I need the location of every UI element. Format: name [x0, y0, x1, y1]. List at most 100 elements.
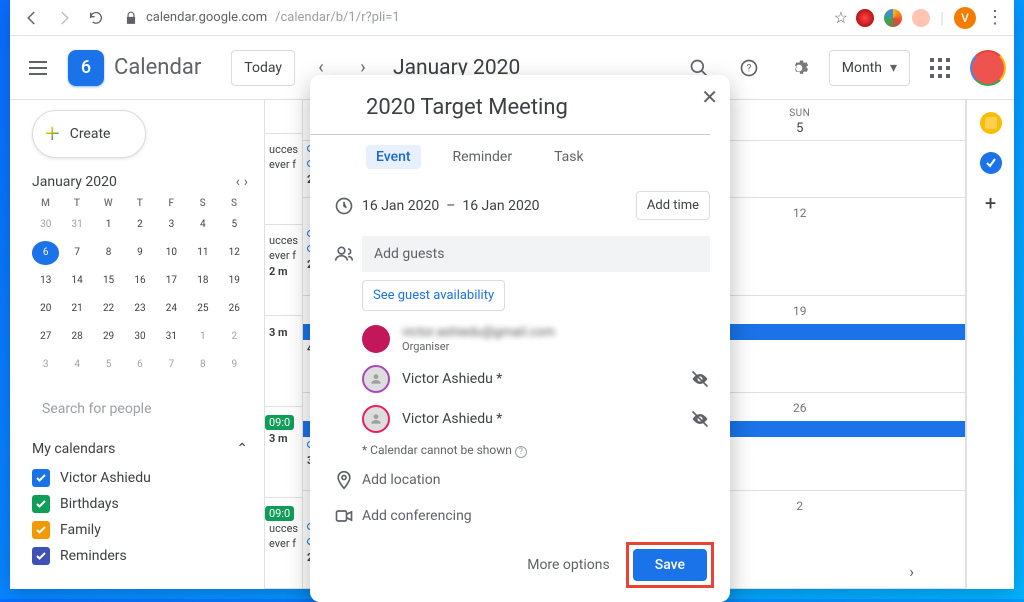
tasks-icon[interactable] — [980, 152, 1002, 174]
mini-day[interactable]: 16 — [126, 269, 153, 293]
date-row[interactable]: 16 Jan 2020 – 16 Jan 2020 Add time — [310, 187, 730, 224]
mini-day[interactable]: 2 — [221, 325, 248, 349]
mini-day[interactable]: 4 — [189, 213, 216, 237]
nav-reload-button[interactable] — [84, 6, 108, 30]
save-button[interactable]: Save — [633, 549, 707, 581]
scroll-right-button[interactable]: › — [909, 562, 914, 581]
mini-day[interactable]: 8 — [95, 241, 122, 265]
mini-day[interactable]: 18 — [189, 269, 216, 293]
keep-icon[interactable] — [980, 112, 1002, 134]
mini-month-label: January 2020 — [32, 174, 117, 190]
help-icon[interactable]: ? — [729, 48, 769, 88]
tab-task[interactable]: Task — [544, 145, 594, 169]
mini-day[interactable]: 11 — [189, 241, 216, 265]
mini-day[interactable]: 5 — [95, 353, 122, 377]
mini-day[interactable]: 7 — [63, 241, 90, 265]
extensions-area: | V ⋮ — [856, 7, 1004, 29]
mini-next-button[interactable]: › — [244, 174, 248, 190]
mini-day[interactable]: 12 — [221, 241, 248, 265]
mini-day[interactable]: 5 — [221, 213, 248, 237]
location-icon — [326, 470, 362, 490]
date-start: 16 Jan 2020 — [362, 198, 439, 214]
mini-day[interactable]: 20 — [32, 297, 59, 321]
add-guests-input[interactable]: Add guests — [362, 236, 710, 272]
mini-day[interactable]: 9 — [221, 353, 248, 377]
calendar-list-item[interactable]: Family — [32, 517, 248, 543]
mini-day[interactable]: 23 — [126, 297, 153, 321]
create-button[interactable]: +Create — [32, 110, 146, 158]
guest-availability-button[interactable]: See guest availability — [362, 280, 505, 311]
mini-day[interactable]: 22 — [95, 297, 122, 321]
mini-day[interactable]: 24 — [158, 297, 185, 321]
calendar-list-item[interactable]: Reminders — [32, 543, 248, 569]
browser-profile-avatar[interactable]: V — [954, 7, 976, 29]
mini-day[interactable]: 1 — [95, 213, 122, 237]
mini-day[interactable]: 10 — [158, 241, 185, 265]
bookmark-star-icon[interactable]: ☆ — [834, 8, 848, 27]
mini-day[interactable]: 30 — [32, 213, 59, 237]
event-title-input[interactable]: 2020 Target Meeting — [310, 89, 710, 135]
mini-day[interactable]: 26 — [221, 297, 248, 321]
mini-prev-button[interactable]: ‹ — [236, 174, 240, 190]
visibility-off-icon[interactable] — [690, 409, 710, 429]
google-apps-button[interactable] — [920, 48, 960, 88]
mini-day[interactable]: 3 — [32, 353, 59, 377]
mini-day[interactable]: 31 — [63, 213, 90, 237]
mini-calendar[interactable]: MTWTFSS303112345678910111213141516171819… — [32, 198, 248, 377]
my-calendars-header[interactable]: My calendars⌃ — [32, 441, 248, 457]
mini-day[interactable]: 30 — [126, 325, 153, 349]
mini-day[interactable]: 25 — [189, 297, 216, 321]
mini-day[interactable]: 6 — [32, 241, 59, 265]
extension-icon[interactable] — [856, 9, 874, 27]
search-people-input[interactable]: Search for people — [32, 391, 248, 427]
tab-reminder[interactable]: Reminder — [443, 145, 523, 169]
add-time-button[interactable]: Add time — [636, 191, 710, 220]
add-location-input[interactable]: Add location — [362, 472, 710, 488]
more-options-button[interactable]: More options — [527, 557, 610, 573]
nav-forward-button[interactable] — [52, 6, 76, 30]
clock-icon — [326, 196, 362, 216]
organiser-row: victor.ashiedu@gmail.comOrganiser — [362, 319, 710, 359]
guest-row: Victor Ashiedu * — [362, 399, 710, 439]
mini-day[interactable]: 3 — [158, 213, 185, 237]
tab-event[interactable]: Event — [366, 145, 421, 169]
view-selector[interactable]: Month▾ — [829, 50, 910, 86]
mini-day[interactable]: 13 — [32, 269, 59, 293]
today-button[interactable]: Today — [231, 50, 295, 86]
nav-back-button[interactable] — [20, 6, 44, 30]
mini-day[interactable]: 15 — [95, 269, 122, 293]
browser-menu-button[interactable]: ⋮ — [986, 7, 1004, 28]
add-addon-button[interactable]: + — [980, 192, 1002, 214]
mini-day[interactable]: 6 — [126, 353, 153, 377]
mini-day[interactable]: 9 — [126, 241, 153, 265]
plus-icon: + — [45, 121, 60, 147]
help-icon[interactable]: ? — [515, 446, 527, 458]
close-button[interactable]: ✕ — [701, 85, 718, 109]
organiser-label: Organiser — [402, 340, 555, 353]
mini-day[interactable]: 21 — [63, 297, 90, 321]
add-conferencing-input[interactable]: Add conferencing — [362, 508, 710, 524]
extension-icon[interactable] — [884, 9, 902, 27]
mini-day[interactable]: 4 — [63, 353, 90, 377]
mini-day[interactable]: 2 — [126, 213, 153, 237]
mini-day[interactable]: 31 — [158, 325, 185, 349]
mini-day[interactable]: 29 — [95, 325, 122, 349]
mini-day[interactable]: 14 — [63, 269, 90, 293]
mini-day[interactable]: 27 — [32, 325, 59, 349]
address-bar[interactable]: calendar.google.com/calendar/b/1/r?pli=1 — [116, 10, 826, 25]
svg-text:?: ? — [746, 63, 751, 74]
account-avatar[interactable] — [970, 50, 1006, 86]
calendar-list-item[interactable]: Victor Ashiedu — [32, 465, 248, 491]
mini-day[interactable]: 7 — [158, 353, 185, 377]
main-menu-button[interactable] — [18, 53, 58, 83]
lock-icon — [124, 11, 138, 25]
settings-gear-icon[interactable] — [779, 48, 819, 88]
mini-day[interactable]: 1 — [189, 325, 216, 349]
calendar-list-item[interactable]: Birthdays — [32, 491, 248, 517]
mini-day[interactable]: 8 — [189, 353, 216, 377]
mini-day[interactable]: 19 — [221, 269, 248, 293]
mini-day[interactable]: 28 — [63, 325, 90, 349]
extension-icon[interactable] — [912, 9, 930, 27]
visibility-off-icon[interactable] — [690, 369, 710, 389]
mini-day[interactable]: 17 — [158, 269, 185, 293]
